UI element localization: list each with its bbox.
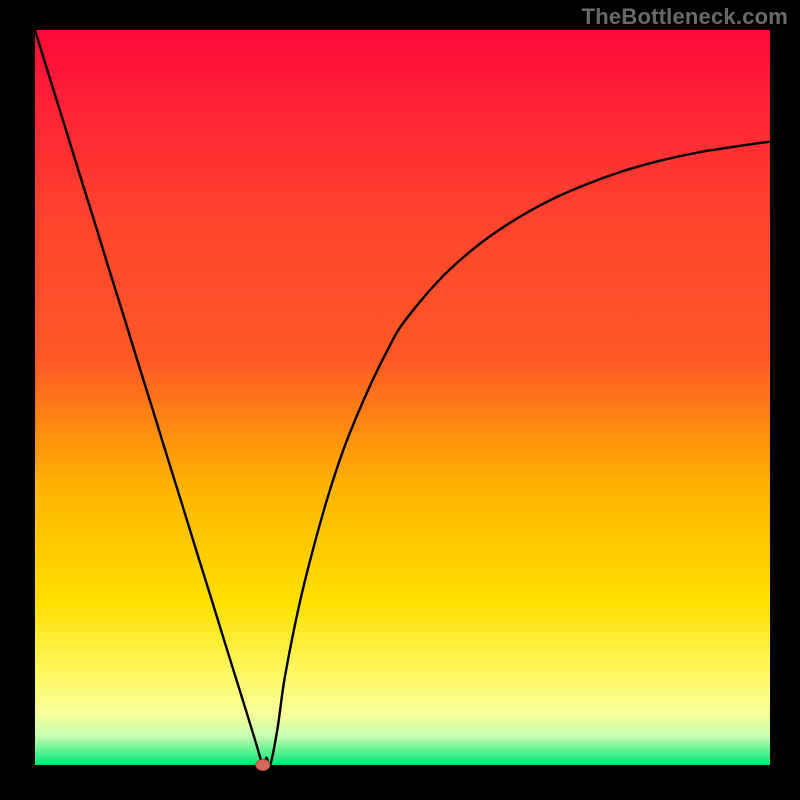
bottleneck-chart (0, 0, 800, 800)
minimum-marker (256, 760, 270, 771)
plot-background (35, 30, 770, 765)
chart-frame: { "watermark": "TheBottleneck.com", "col… (0, 0, 800, 800)
